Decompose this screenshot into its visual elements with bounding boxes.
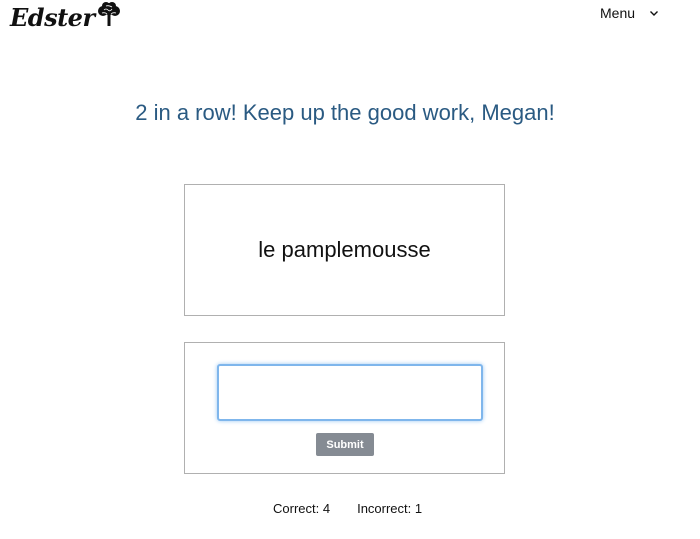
tree-icon	[97, 1, 120, 26]
page: Edster Menu 2 in a row! Keep up the good…	[0, 0, 700, 539]
answer-input[interactable]	[217, 364, 483, 421]
flashcard-word: le pamplemousse	[258, 237, 431, 262]
menu-button[interactable]: Menu	[600, 5, 659, 21]
chevron-down-icon	[650, 11, 659, 16]
score-summary: Correct: 4 Incorrect: 1	[273, 501, 422, 516]
correct-count: Correct: 4	[273, 501, 331, 516]
streak-message: 2 in a row! Keep up the good work, Megan…	[135, 100, 555, 125]
flashcard: le pamplemousse	[184, 184, 505, 316]
answer-panel: Submit	[184, 342, 505, 474]
menu-label: Menu	[600, 5, 636, 21]
logo[interactable]: Edster	[10, 1, 122, 32]
submit-button[interactable]: Submit	[316, 433, 374, 456]
logo-text: Edster	[10, 3, 95, 32]
incorrect-count: Incorrect: 1	[357, 501, 423, 516]
